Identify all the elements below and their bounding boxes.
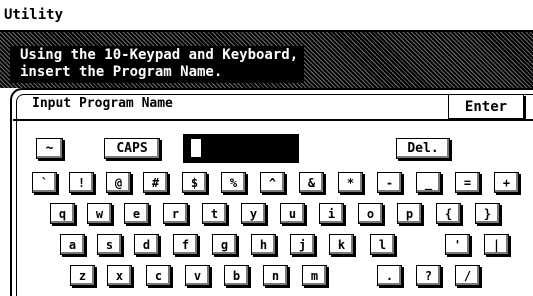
enter-button[interactable]: Enter — [448, 94, 524, 119]
key-dollar[interactable]: $ — [182, 172, 207, 193]
key-y[interactable]: y — [241, 203, 266, 224]
key-k[interactable]: k — [329, 234, 354, 255]
key-g[interactable]: g — [212, 234, 237, 255]
key-z[interactable]: z — [70, 265, 95, 286]
key-period[interactable]: . — [377, 265, 402, 286]
key-c[interactable]: c — [146, 265, 171, 286]
key-caret[interactable]: ^ — [260, 172, 285, 193]
key-q[interactable]: q — [50, 203, 75, 224]
key-close-brace[interactable]: } — [475, 203, 500, 224]
panel-divider — [13, 119, 533, 121]
key-l[interactable]: l — [370, 234, 395, 255]
program-name-input[interactable] — [183, 134, 299, 163]
key-hash[interactable]: # — [143, 172, 168, 193]
key-m[interactable]: m — [302, 265, 327, 286]
key-b[interactable]: b — [224, 265, 249, 286]
key-t[interactable]: t — [202, 203, 227, 224]
key-v[interactable]: v — [185, 265, 210, 286]
key-f[interactable]: f — [173, 234, 198, 255]
key-backtick[interactable]: ` — [32, 172, 57, 193]
key-j[interactable]: j — [290, 234, 315, 255]
key-w[interactable]: w — [87, 203, 112, 224]
key-s[interactable]: s — [97, 234, 122, 255]
key-slash[interactable]: / — [455, 265, 480, 286]
key-i[interactable]: i — [319, 203, 344, 224]
key-apostrophe[interactable]: ' — [445, 234, 470, 255]
key-percent[interactable]: % — [221, 172, 246, 193]
key-r[interactable]: r — [163, 203, 188, 224]
instruction-banner: Using the 10-Keypad and Keyboard, insert… — [0, 32, 533, 88]
panel-title: Input Program Name — [32, 96, 173, 111]
key-e[interactable]: e — [124, 203, 149, 224]
key-plus[interactable]: + — [494, 172, 519, 193]
key-x[interactable]: x — [107, 265, 132, 286]
key-asterisk[interactable]: * — [338, 172, 363, 193]
key-exclamation[interactable]: ! — [69, 172, 94, 193]
key-pipe[interactable]: | — [484, 234, 509, 255]
key-d[interactable]: d — [134, 234, 159, 255]
key-equals[interactable]: = — [455, 172, 480, 193]
key-u[interactable]: u — [280, 203, 305, 224]
window-title: Utility — [4, 7, 64, 23]
key-h[interactable]: h — [251, 234, 276, 255]
key-open-brace[interactable]: { — [436, 203, 461, 224]
key-hyphen[interactable]: - — [377, 172, 402, 193]
key-underscore[interactable]: _ — [416, 172, 441, 193]
key-a[interactable]: a — [60, 234, 85, 255]
delete-button[interactable]: Del. — [396, 138, 450, 159]
key-at[interactable]: @ — [106, 172, 131, 193]
key-question[interactable]: ? — [416, 265, 441, 286]
key-o[interactable]: o — [358, 203, 383, 224]
key-p[interactable]: p — [397, 203, 422, 224]
caps-button[interactable]: CAPS — [104, 138, 160, 159]
tilde-key[interactable]: ~ — [36, 138, 63, 159]
key-ampersand[interactable]: & — [299, 172, 324, 193]
key-n[interactable]: n — [263, 265, 288, 286]
instruction-text: Using the 10-Keypad and Keyboard, insert… — [10, 46, 305, 83]
text-cursor — [191, 139, 201, 157]
